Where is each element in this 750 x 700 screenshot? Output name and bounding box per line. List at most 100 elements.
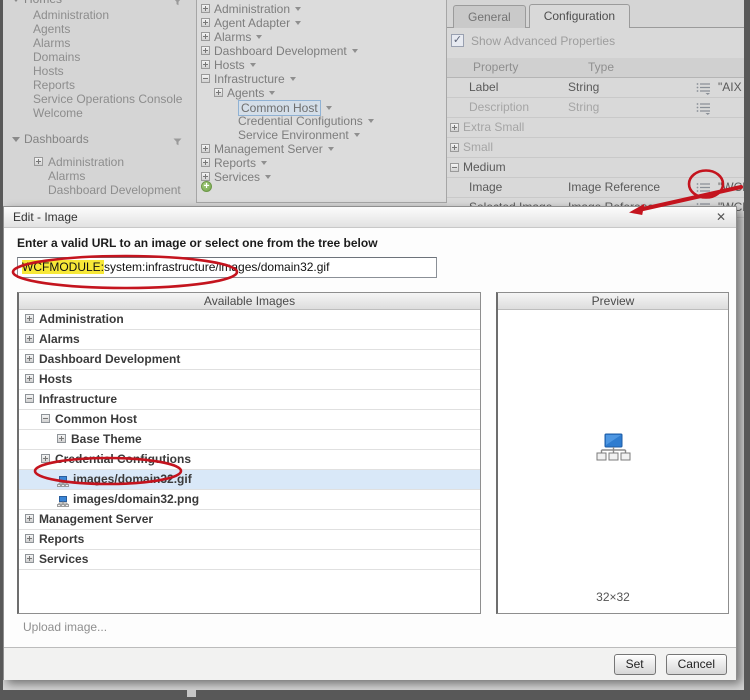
property-name: Description bbox=[469, 100, 530, 114]
property-name: Label bbox=[469, 80, 499, 94]
collapse-icon[interactable] bbox=[41, 414, 50, 423]
image-tree-item-dashboard-development[interactable]: Dashboard Development bbox=[19, 350, 480, 370]
dashboards-section-header[interactable]: Dashboards bbox=[3, 132, 196, 148]
expand-icon[interactable] bbox=[201, 18, 210, 27]
property-row-label[interactable]: Label String "AIX bbox=[447, 78, 744, 98]
property-name: Image bbox=[469, 180, 503, 194]
module-tree-item-infrastructure[interactable]: Infrastructure bbox=[197, 72, 446, 86]
property-row-medium[interactable]: Medium bbox=[447, 158, 744, 178]
expand-icon[interactable] bbox=[34, 157, 43, 166]
sidebar-item-administration[interactable]: Administration bbox=[3, 155, 181, 169]
expand-icon[interactable] bbox=[25, 534, 34, 543]
sidebar-item-agents[interactable]: Agents bbox=[33, 22, 182, 36]
property-name: Extra Small bbox=[463, 120, 525, 134]
filter-funnel-icon[interactable] bbox=[173, 135, 182, 149]
add-module-icon[interactable]: + bbox=[201, 181, 212, 192]
sidebar-item-hosts[interactable]: Hosts bbox=[33, 64, 182, 78]
sidebar-item-domains[interactable]: Domains bbox=[33, 50, 182, 64]
expand-icon[interactable] bbox=[201, 158, 210, 167]
module-tree-item-administration[interactable]: Administration bbox=[197, 2, 446, 16]
sidebar-item-administration[interactable]: Administration bbox=[33, 8, 182, 22]
upload-image-link[interactable]: Upload image... bbox=[23, 620, 107, 634]
property-type: String bbox=[568, 100, 600, 114]
module-tree-item-alarms[interactable]: Alarms bbox=[197, 30, 446, 44]
sidebar-item-service-operations-console[interactable]: Service Operations Console bbox=[33, 92, 182, 106]
property-type: String bbox=[568, 80, 600, 94]
dialog-title: Edit - Image bbox=[13, 210, 78, 224]
image-tree-item-reports[interactable]: Reports bbox=[19, 530, 480, 550]
expand-icon[interactable] bbox=[201, 144, 210, 153]
properties-panel: General Configuration ✓ Show Advanced Pro… bbox=[447, 0, 744, 220]
module-tree-item-agent-adapter[interactable]: Agent Adapter bbox=[197, 16, 446, 30]
expand-icon[interactable] bbox=[450, 123, 459, 132]
expand-icon[interactable] bbox=[25, 514, 34, 523]
set-button[interactable]: Set bbox=[613, 653, 656, 675]
dialog-titlebar[interactable]: Edit - Image ✕ bbox=[4, 207, 736, 228]
sidebar-item-alarms[interactable]: Alarms bbox=[33, 36, 182, 50]
expand-icon[interactable] bbox=[25, 314, 34, 323]
homes-section-header[interactable]: Homes bbox=[3, 0, 196, 8]
module-tree-item-reports[interactable]: Reports bbox=[197, 156, 446, 170]
image-tree-item-credential-configutions[interactable]: Credential Configutions bbox=[19, 450, 480, 470]
image-url-input[interactable]: WCFMODULE:system:infrastructure/images/d… bbox=[17, 257, 437, 278]
module-tree-item-service-environment[interactable]: Service Environment bbox=[197, 128, 446, 142]
module-tree-item-dashboard-development[interactable]: Dashboard Development bbox=[197, 44, 446, 58]
expand-icon[interactable] bbox=[25, 334, 34, 343]
image-tree-item-label: Credential Configutions bbox=[55, 452, 191, 466]
expand-icon[interactable] bbox=[201, 4, 210, 13]
cancel-button[interactable]: Cancel bbox=[665, 653, 727, 675]
tab-configuration[interactable]: Configuration bbox=[528, 4, 631, 28]
caret-down-icon bbox=[295, 7, 302, 11]
expand-icon[interactable] bbox=[57, 434, 66, 443]
caret-down-icon bbox=[325, 106, 332, 110]
expand-icon[interactable] bbox=[25, 554, 34, 563]
close-icon[interactable]: ✕ bbox=[716, 210, 726, 224]
show-advanced-checkbox[interactable]: ✓ bbox=[451, 34, 464, 47]
image-tree-item-infrastructure[interactable]: Infrastructure bbox=[19, 390, 480, 410]
image-tree-item-administration[interactable]: Administration bbox=[19, 310, 480, 330]
column-header-property: Property bbox=[473, 60, 519, 74]
property-row-image[interactable]: Image Image Reference "WCF bbox=[447, 178, 744, 198]
image-tree-item-label: Hosts bbox=[39, 372, 73, 386]
sidebar-item-welcome[interactable]: Welcome bbox=[33, 106, 182, 120]
expand-icon[interactable] bbox=[201, 32, 210, 41]
properties-tabbar: General Configuration bbox=[453, 4, 633, 28]
module-tree-item-credential-configutions[interactable]: Credential Configutions bbox=[197, 114, 446, 128]
image-tree-item-hosts[interactable]: Hosts bbox=[19, 370, 480, 390]
expand-icon[interactable] bbox=[25, 374, 34, 383]
image-tree-item-label: Base Theme bbox=[71, 432, 142, 446]
property-row-description[interactable]: Description String bbox=[447, 98, 744, 118]
module-tree-item-agents[interactable]: Agents bbox=[197, 86, 446, 100]
image-tree-item-label: Alarms bbox=[39, 332, 80, 346]
image-tree-item-base-theme[interactable]: Base Theme bbox=[19, 430, 480, 450]
module-tree-item-common-host[interactable]: Common Host bbox=[197, 100, 446, 116]
image-tree-item-images-domain32-png[interactable]: images/domain32.png bbox=[19, 490, 480, 510]
expand-icon[interactable] bbox=[25, 354, 34, 363]
image-tree-item-alarms[interactable]: Alarms bbox=[19, 330, 480, 350]
expand-icon[interactable] bbox=[450, 143, 459, 152]
expand-icon[interactable] bbox=[41, 454, 50, 463]
module-tree-item-services[interactable]: Services bbox=[197, 170, 446, 184]
expand-icon[interactable] bbox=[201, 60, 210, 69]
image-tree-item-images-domain32-gif[interactable]: images/domain32.gif bbox=[19, 470, 480, 490]
module-tree-item-management-server[interactable]: Management Server bbox=[197, 142, 446, 156]
module-tree-item-hosts[interactable]: Hosts bbox=[197, 58, 446, 72]
image-tree-item-services[interactable]: Services bbox=[19, 550, 480, 570]
sidebar-item-dashboard-development[interactable]: Dashboard Development bbox=[3, 183, 181, 197]
collapse-icon[interactable] bbox=[25, 394, 34, 403]
module-tree-panel: Administration Agent Adapter Alarms Dashboa… bbox=[196, 0, 447, 203]
tab-general[interactable]: General bbox=[453, 5, 526, 28]
image-tree-item-common-host[interactable]: Common Host bbox=[19, 410, 480, 430]
collapse-icon[interactable] bbox=[201, 74, 210, 83]
sidebar-item-alarms[interactable]: Alarms bbox=[3, 169, 181, 183]
collapse-icon[interactable] bbox=[450, 163, 459, 172]
image-tree-item-management-server[interactable]: Management Server bbox=[19, 510, 480, 530]
expand-icon[interactable] bbox=[201, 46, 210, 55]
dialog-instruction: Enter a valid URL to an image or select … bbox=[17, 236, 378, 250]
sidebar-item-reports[interactable]: Reports bbox=[33, 78, 182, 92]
property-type: Image Reference bbox=[568, 180, 661, 194]
property-row-small[interactable]: Small bbox=[447, 138, 744, 158]
expand-icon[interactable] bbox=[201, 172, 210, 181]
property-row-extra-small[interactable]: Extra Small bbox=[447, 118, 744, 138]
expand-icon[interactable] bbox=[214, 88, 223, 97]
